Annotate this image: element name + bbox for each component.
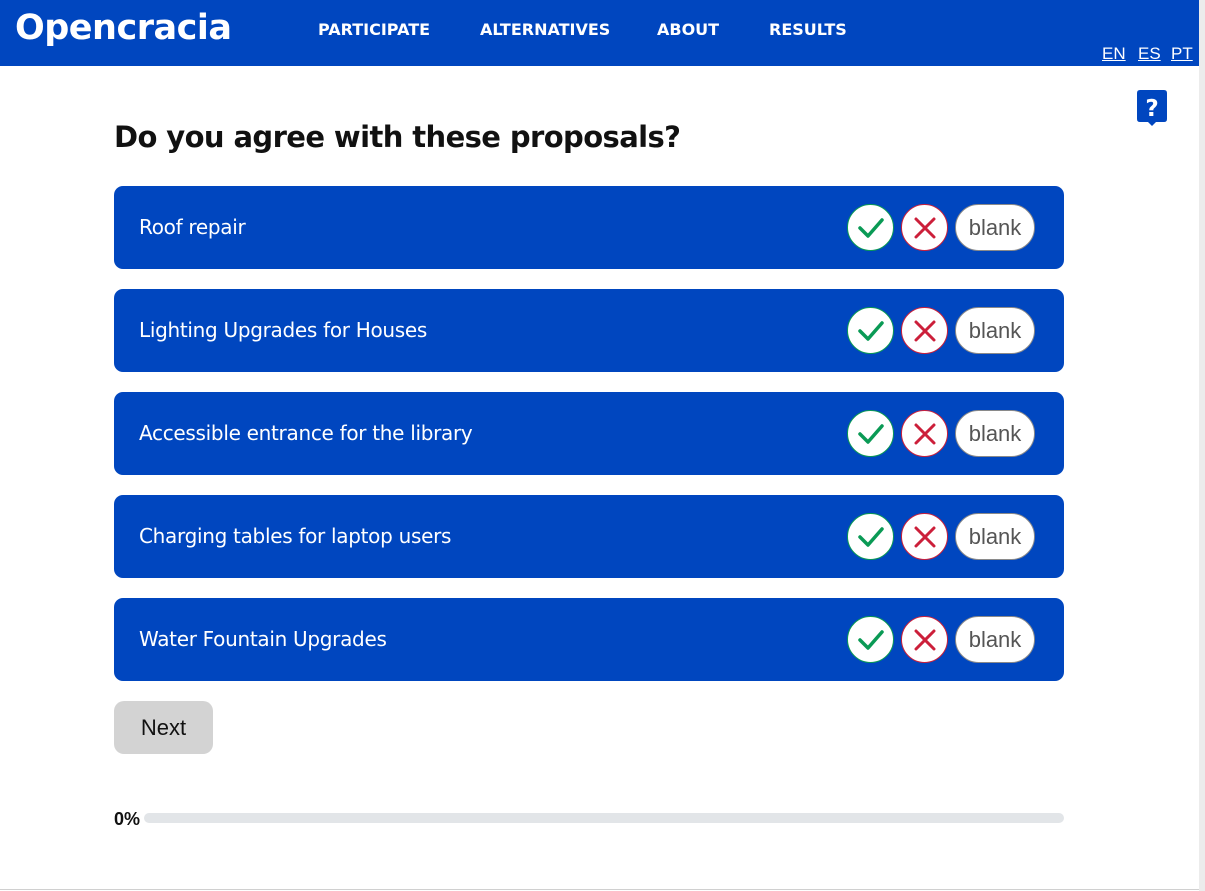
check-icon [857,423,884,444]
nav-participate[interactable]: PARTICIPATE [318,20,430,39]
vote-yes-button[interactable] [847,513,894,560]
top-navbar: Opencracia PARTICIPATE ALTERNATIVES ABOU… [0,0,1199,66]
lang-es[interactable]: ES [1138,44,1161,64]
page-title: Do you agree with these proposals? [114,120,681,154]
vote-blank-button[interactable]: blank [955,513,1035,560]
check-icon [857,320,884,341]
page: Opencracia PARTICIPATE ALTERNATIVES ABOU… [0,0,1205,891]
vote-no-button[interactable] [901,616,948,663]
lang-en[interactable]: EN [1102,44,1126,64]
vote-no-button[interactable] [901,513,948,560]
nav-results[interactable]: RESULTS [769,20,847,39]
vote-no-button[interactable] [901,410,948,457]
check-icon [857,629,884,650]
vote-blank-button[interactable]: blank [955,410,1035,457]
proposal-label: Lighting Upgrades for Houses [139,318,428,342]
proposal-row: Charging tables for laptop users blank [114,495,1064,578]
vote-blank-button[interactable]: blank [955,307,1035,354]
proposal-label: Roof repair [139,215,246,239]
x-icon [914,217,935,238]
proposal-label: Charging tables for laptop users [139,524,452,548]
vote-yes-button[interactable] [847,307,894,354]
progress-bar [144,813,1064,823]
nav-alternatives[interactable]: ALTERNATIVES [480,20,610,39]
vote-yes-button[interactable] [847,204,894,251]
vote-no-button[interactable] [901,307,948,354]
scrollbar[interactable] [1199,0,1205,891]
vote-yes-button[interactable] [847,410,894,457]
proposal-row: Roof repair blank [114,186,1064,269]
vote-no-button[interactable] [901,204,948,251]
proposal-row: Water Fountain Upgrades blank [114,598,1064,681]
lang-pt[interactable]: PT [1171,44,1193,64]
check-icon [857,217,884,238]
proposal-label: Water Fountain Upgrades [139,627,387,651]
check-icon [857,526,884,547]
x-icon [914,423,935,444]
vote-yes-button[interactable] [847,616,894,663]
svg-text:?: ? [1145,96,1158,122]
help-icon[interactable]: ? [1137,90,1167,126]
vote-blank-button[interactable]: blank [955,616,1035,663]
divider [0,889,1199,890]
proposal-row: Accessible entrance for the library blan… [114,392,1064,475]
brand-logo[interactable]: Opencracia [15,8,232,48]
x-icon [914,320,935,341]
x-icon [914,629,935,650]
nav-about[interactable]: ABOUT [657,20,719,39]
proposal-label: Accessible entrance for the library [139,421,473,445]
proposal-row: Lighting Upgrades for Houses blank [114,289,1064,372]
x-icon [914,526,935,547]
vote-blank-button[interactable]: blank [955,204,1035,251]
progress-label: 0% [114,809,141,829]
next-button[interactable]: Next [114,701,213,754]
